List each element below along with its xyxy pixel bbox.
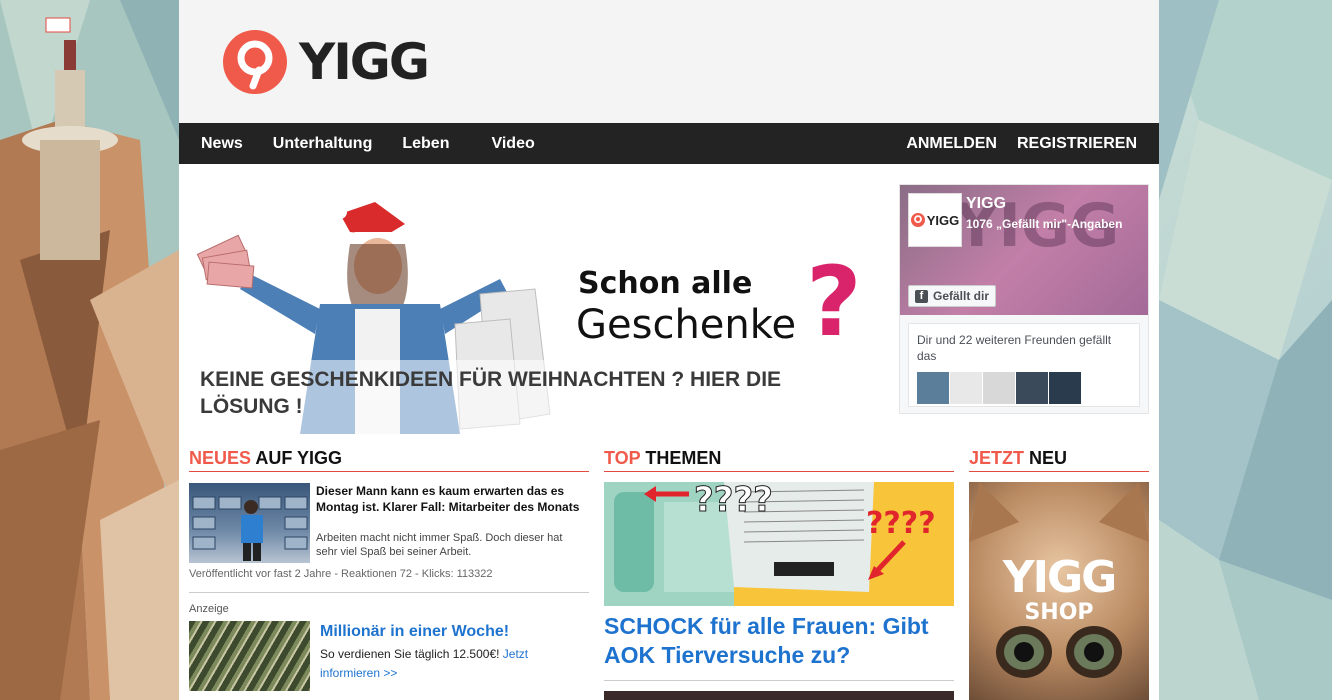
- facebook-page-thumbnail[interactable]: YIGG: [908, 193, 962, 247]
- ad-item[interactable]: Millionär in einer Woche! So verdienen S…: [189, 621, 589, 700]
- avatar[interactable]: [1016, 372, 1048, 404]
- facebook-widget: YIGG YIGG YIGG 1076 „Gefällt mir"-Angabe…: [899, 184, 1149, 414]
- hero-caption[interactable]: KEINE GESCHENKIDEEN FÜR WEIHNACHTEN ? HI…: [190, 360, 886, 434]
- nav-item-news[interactable]: News: [201, 135, 243, 153]
- ad-text: So verdienen Sie täglich 12.500€! Jetzt …: [320, 647, 529, 680]
- page-container: YIGG News Unterhaltung Leben Video ANMEL…: [179, 0, 1159, 700]
- ad-thumbnail[interactable]: [189, 621, 310, 691]
- login-link[interactable]: ANMELDEN: [906, 135, 997, 153]
- logo-wordmark: YIGG: [299, 33, 430, 91]
- news-article-meta: Veröffentlicht vor fast 2 Jahre - Reakti…: [189, 568, 493, 580]
- nav-item-unterhaltung[interactable]: Unterhaltung: [273, 135, 373, 153]
- background-left: [0, 0, 179, 700]
- news-article-description: Arbeiten macht nicht immer Spaß. Doch di…: [316, 532, 563, 558]
- shop-label: SHOP: [1024, 600, 1094, 625]
- site-header: YIGG: [179, 0, 1159, 123]
- image-question-marks-right: ????: [866, 506, 936, 541]
- divider: [604, 680, 954, 681]
- avatar[interactable]: [1049, 372, 1081, 404]
- facebook-friends: Dir und 22 weiteren Freunden gefällt das: [908, 323, 1140, 407]
- hero-banner[interactable]: Schon alle Geschenke ? KEINE GESCHENKIDE…: [190, 184, 886, 434]
- facebook-cover[interactable]: YIGG YIGG YIGG 1076 „Gefällt mir"-Angabe…: [900, 185, 1148, 315]
- main-nav: News Unterhaltung Leben Video ANMELDEN R…: [179, 123, 1159, 164]
- site-logo[interactable]: YIGG: [223, 30, 430, 94]
- news-article-thumbnail[interactable]: [189, 483, 310, 563]
- news-article[interactable]: Dieser Mann kann es kaum erwarten das es…: [189, 483, 589, 593]
- image-question-marks-left: ????: [694, 482, 774, 521]
- top-article-title[interactable]: SCHOCK für alle Frauen: Gibt AOK Tierver…: [604, 612, 954, 670]
- hero-question-mark: ?: [806, 246, 862, 358]
- top-themen-section: TOP THEMEN ???? ???? SCHOCK für alle Fra…: [604, 448, 954, 700]
- hero-banner-line1: Schon alle: [578, 266, 753, 301]
- jetzt-neu-section: JETZT NEU YIGG SHOP: [969, 448, 1149, 700]
- avatar[interactable]: [983, 372, 1015, 404]
- facebook-friend-avatars: [917, 372, 1131, 404]
- avatar[interactable]: [917, 372, 949, 404]
- facebook-icon: f: [915, 289, 928, 303]
- facebook-like-count: 1076 „Gefällt mir"-Angaben: [966, 217, 1123, 231]
- shop-banner[interactable]: YIGG SHOP: [969, 482, 1149, 700]
- register-link[interactable]: REGISTRIEREN: [1017, 135, 1137, 153]
- background-right: [1159, 0, 1332, 700]
- shop-wordmark: YIGG: [1002, 552, 1117, 603]
- facebook-friends-text: Dir und 22 weiteren Freunden gefällt das: [917, 333, 1112, 363]
- nav-item-video[interactable]: Video: [491, 135, 534, 153]
- facebook-like-label: Gefällt dir: [933, 289, 990, 303]
- yigg-logo-icon: [223, 30, 287, 94]
- facebook-thumb-label: YIGG: [926, 212, 960, 228]
- neues-heading: NEUES AUF YIGG: [189, 448, 589, 472]
- next-article-image[interactable]: [604, 691, 954, 700]
- avatar[interactable]: [950, 372, 982, 404]
- nav-item-leben[interactable]: Leben: [402, 135, 449, 153]
- ad-title[interactable]: Millionär in einer Woche!: [320, 623, 509, 641]
- jetzt-neu-heading: JETZT NEU: [969, 448, 1149, 472]
- facebook-page-name[interactable]: YIGG: [966, 195, 1006, 213]
- yigg-small-logo-icon: [910, 213, 925, 227]
- top-themen-heading: TOP THEMEN: [604, 448, 954, 472]
- top-article-image[interactable]: ???? ????: [604, 482, 954, 606]
- facebook-like-button[interactable]: f Gefällt dir: [908, 285, 997, 307]
- hero-banner-line2: Geschenke: [576, 302, 797, 348]
- news-article-title[interactable]: Dieser Mann kann es kaum erwarten das es…: [316, 483, 586, 515]
- ad-label: Anzeige: [189, 603, 229, 615]
- neues-section: NEUES AUF YIGG Dieser Mann kann es kaum …: [189, 448, 589, 700]
